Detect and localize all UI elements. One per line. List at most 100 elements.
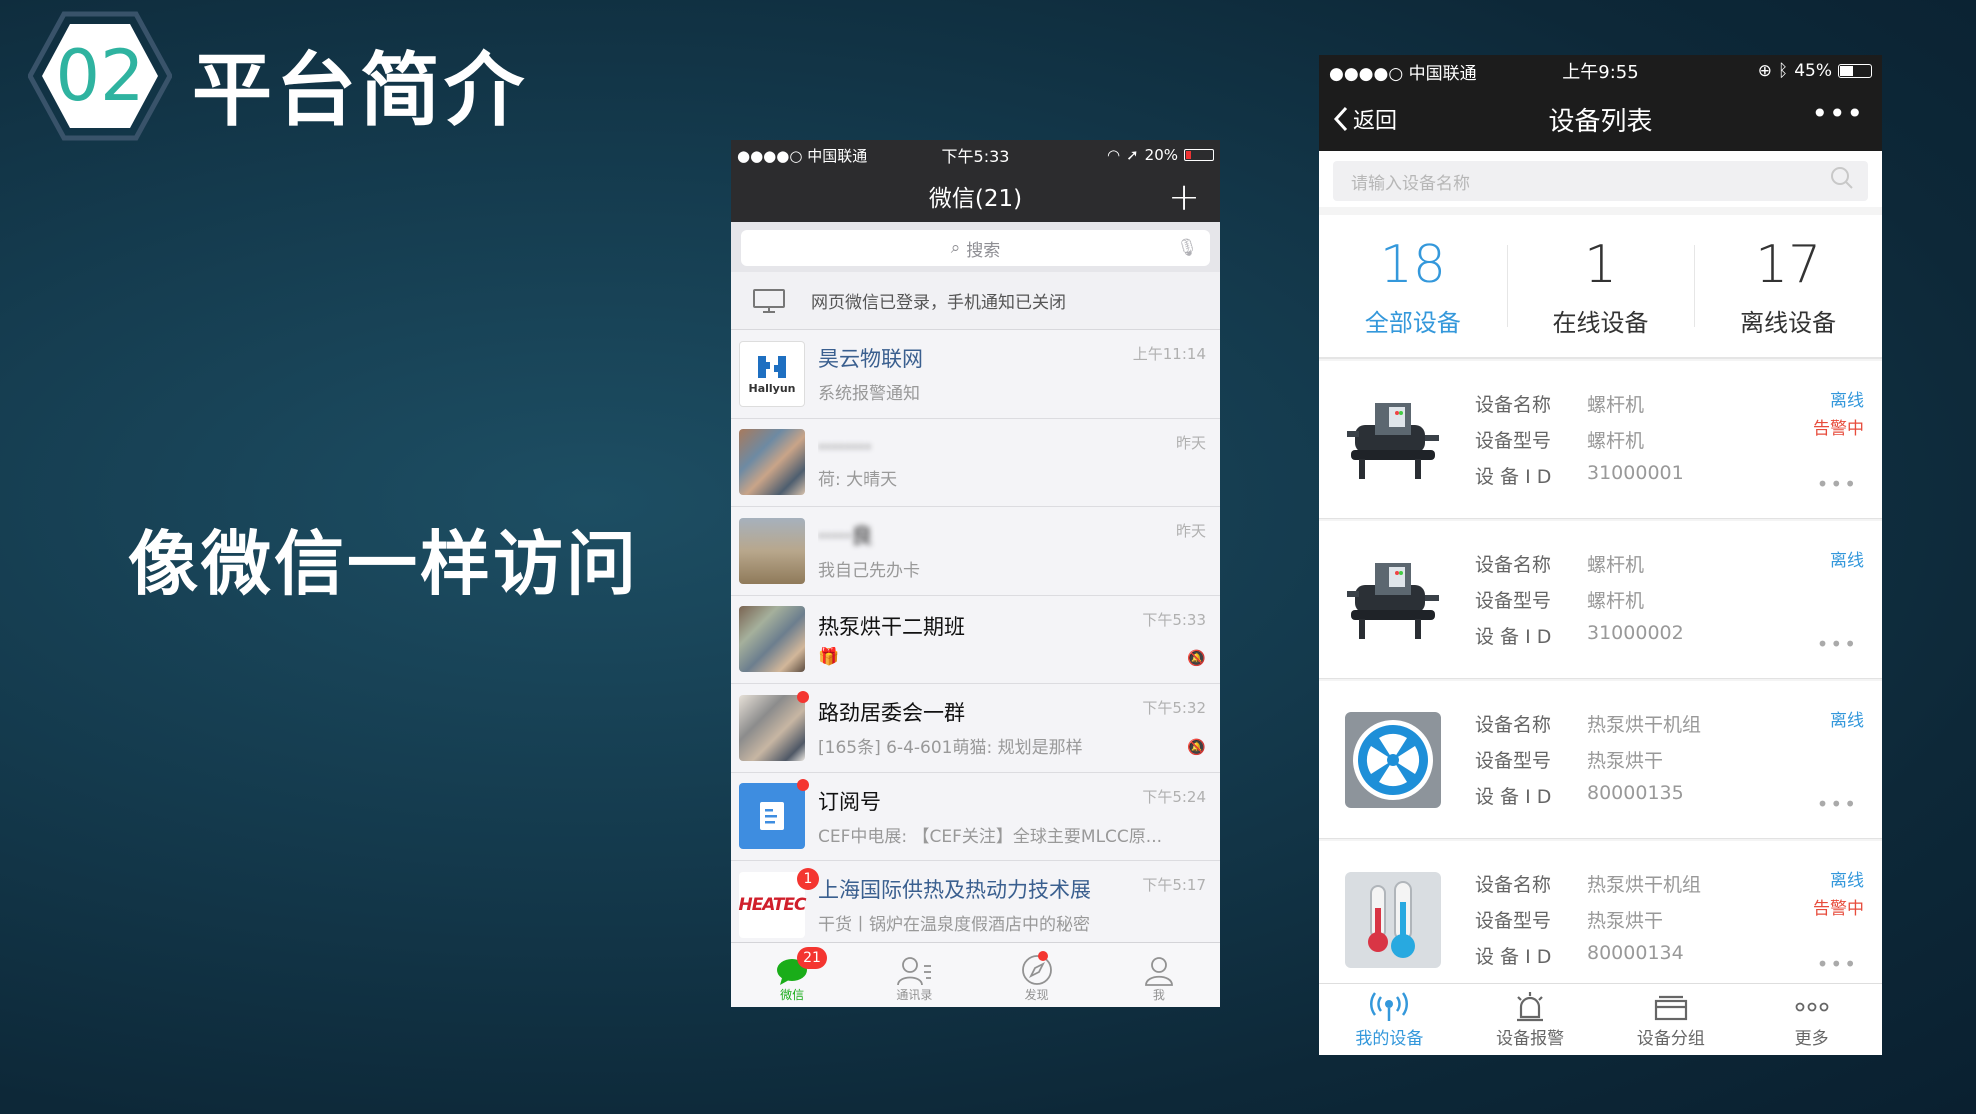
tab-label: 发现 [1024,988,1049,1002]
tab-device-alarms[interactable]: 设备报警 [1460,984,1601,1055]
status-time: 上午9:55 [1562,62,1639,83]
nav-bar: 微信(21) + [731,170,1220,222]
tab-me[interactable]: 我 [1098,943,1220,1007]
device-stats: 18 全部设备 1 在线设备 17 离线设备 [1319,215,1882,359]
stat-value: 18 [1379,234,1446,295]
tab-contacts[interactable]: 通讯录 [853,943,975,1007]
chat-message: 🎁 [818,647,840,668]
section-number-badge: 02 [28,10,172,142]
device-row[interactable]: 设备名称 热泵烘干机组 设备型号 热泵烘干 设 备 I D 80000135 离… [1319,681,1882,839]
chat-message: 荷: 大晴天 [818,469,898,490]
device-name: 热泵烘干机组 [1587,714,1702,736]
field-label: 设 备 I D [1475,626,1552,648]
broadcast-icon [1369,990,1409,1024]
nav-title: 微信(21) [928,186,1023,212]
stat-online-devices[interactable]: 1 在线设备 [1506,215,1695,357]
search-bar: ⌕ 搜索 🎙 [731,222,1220,272]
search-bar: 请输入设备名称 [1319,151,1882,207]
status-badge: 离线 [1830,551,1864,571]
field-label: 设备名称 [1475,874,1552,896]
device-id: 80000135 [1587,782,1684,804]
device-model: 热泵烘干 [1587,910,1664,932]
chat-time: 下午5:33 [1142,610,1206,629]
tab-label: 我 [1152,988,1165,1002]
device-model: 热泵烘干 [1587,750,1664,772]
chat-item[interactable]: ········ 荷: 大晴天 昨天 [731,418,1220,507]
more-icon[interactable]: ••• [1811,97,1864,130]
tab-my-devices[interactable]: 我的设备 [1319,984,1460,1055]
device-search-input[interactable]: 请输入设备名称 [1333,161,1868,201]
chat-time: 下午5:24 [1142,787,1206,806]
status-bar: ●●●●○ 中国联通 上午9:55 ⊕ ᛒ 45% [1319,55,1882,87]
device-row[interactable]: 设备名称 螺杆机 设备型号 螺杆机 设 备 I D 31000002 离线 ••… [1319,521,1882,679]
tab-bar: 21 微信 通讯录 发现 我 [731,942,1220,1007]
slide-title: 平台简介 [192,44,528,137]
more-options-icon[interactable]: ••• [1817,792,1858,816]
mute-bell-icon: 🔕 [1187,737,1206,756]
chat-time: 上午11:14 [1132,345,1206,363]
more-options-icon[interactable]: ••• [1817,952,1858,976]
device-row[interactable]: 设备名称 螺杆机 设备型号 螺杆机 设 备 I D 31000001 离线 告警… [1319,361,1882,519]
status-bar: ●●●●○ 中国联通 下午5:33 ◠ ➚ 20% [731,140,1220,170]
more-options-icon[interactable]: ••• [1817,632,1858,656]
field-label: 设备名称 [1475,714,1552,736]
search-input[interactable]: ⌕ 搜索 🎙 [741,230,1210,266]
web-login-banner[interactable]: 网页微信已登录，手机通知已关闭 [731,272,1220,330]
field-label: 设 备 I D [1475,786,1552,808]
stat-label: 离线设备 [1740,308,1837,337]
chat-message: 系统报警通知 [818,384,920,405]
tab-label: 微信 [780,988,805,1002]
microphone-icon[interactable]: 🎙 [1176,238,1198,258]
device-name: 螺杆机 [1587,394,1645,416]
add-icon[interactable]: + [1168,175,1200,219]
tab-label: 更多 [1794,1029,1829,1049]
stat-offline-devices[interactable]: 17 离线设备 [1694,215,1882,357]
section-number: 02 [55,35,145,117]
device-row[interactable]: 设备名称 热泵烘干机组 设备型号 热泵烘干 设 备 I D 80000134 离… [1319,841,1882,999]
tab-label: 通讯录 [896,988,933,1002]
unread-dot [1037,951,1048,961]
unread-dot [797,779,809,792]
compass-icon [1021,950,1053,986]
battery-icon [1838,64,1872,78]
chat-item[interactable]: 订阅号 CEF中电展: 【CEF关注】全球主要MLCC原... 下午5:24 [731,772,1220,861]
group-avatar [739,690,809,761]
stat-all-devices[interactable]: 18 全部设备 [1319,215,1507,357]
chat-item[interactable]: HEATEC 1 上海国际供热及热动力技术展 干货丨锅炉在温泉度假酒店中的秘密 … [731,861,1220,950]
avatar: HEATEC 1 [738,867,819,938]
avatar-label: Hallyun [748,382,796,396]
group-avatar [739,429,805,496]
device-list-screenshot: ●●●●○ 中国联通 上午9:55 ⊕ ᛒ 45% 返回 设备列表 ••• 请输… [1319,55,1882,1055]
search-placeholder: 搜索 [966,240,1001,261]
chat-message: CEF中电展: 【CEF关注】全球主要MLCC原... [818,826,1163,847]
screw-chiller-image [1345,552,1441,648]
tab-chats[interactable]: 21 微信 [731,943,853,1007]
tab-more[interactable]: 更多 [1741,984,1882,1055]
more-dots-icon [1795,990,1829,1024]
chat-time: 昨天 [1175,433,1206,452]
chat-item[interactable]: 路劲居委会一群 [165条] 6-4-601萌猫: 规划是那样 下午5:32 🔕 [731,684,1220,773]
tab-discover[interactable]: 发现 [976,943,1098,1007]
search-placeholder: 请输入设备名称 [1351,173,1470,194]
tab-device-groups[interactable]: 设备分组 [1601,984,1742,1055]
field-label: 设备型号 [1475,910,1552,932]
chat-item[interactable]: Hallyun 昊云物联网 系统报警通知 上午11:14 [731,330,1220,419]
field-label: 设备型号 [1475,750,1552,772]
chat-item[interactable]: ·····良 我自己先办卡 昨天 [731,507,1220,596]
banner-text: 网页微信已登录，手机通知已关闭 [811,293,1066,313]
field-label: 设备型号 [1475,430,1552,452]
alarm-light-icon [1513,990,1547,1024]
search-icon[interactable] [1830,166,1854,196]
more-options-icon[interactable]: ••• [1817,472,1858,496]
back-button[interactable]: 返回 [1333,103,1397,135]
field-label: 设备名称 [1475,394,1552,416]
device-id: 80000134 [1587,942,1684,964]
avatar [739,517,805,584]
field-label: 设备名称 [1475,554,1552,576]
stat-value: 17 [1755,234,1822,295]
nav-title: 设备列表 [1548,106,1653,137]
chat-item[interactable]: 热泵烘干二期班 🎁 下午5:33 🔕 [731,595,1220,684]
chat-name: ·····良 [818,524,873,549]
group-avatar [739,606,805,673]
status-badge: 离线 [1830,711,1864,731]
